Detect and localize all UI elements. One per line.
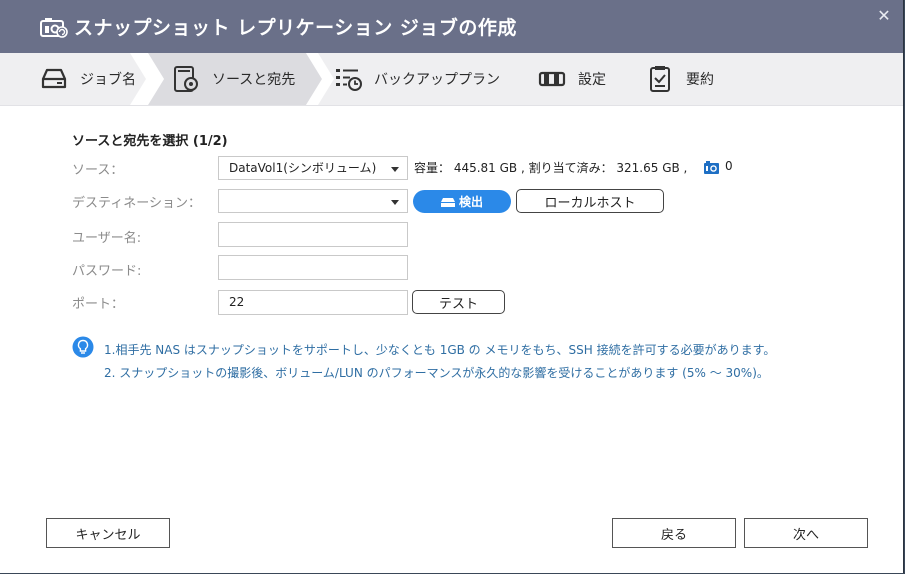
settings-bar-icon xyxy=(538,71,566,87)
source-select[interactable]: DataVol1(シンボリューム) xyxy=(218,156,408,180)
nas-icon xyxy=(440,197,455,207)
dialog-titlebar[interactable]: スナップショット レプリケーション ジョブの作成 ✕ xyxy=(0,0,903,53)
snapshot-replica-icon xyxy=(40,18,68,38)
cancel-button[interactable]: キャンセル xyxy=(46,518,170,548)
port-input[interactable]: 22 xyxy=(218,290,408,315)
cancel-button-label: キャンセル xyxy=(75,527,141,543)
step-label: バックアッププラン xyxy=(374,72,500,88)
note-line-2: 2. スナップショットの撮影後、ボリューム/LUN のパフォーマンスが永久的な影… xyxy=(104,366,769,380)
close-icon[interactable]: ✕ xyxy=(876,8,892,24)
chevron-down-icon xyxy=(391,200,399,205)
snapshot-icon xyxy=(704,161,719,174)
port-label: ポート： xyxy=(72,297,125,312)
next-button-label: 次へ xyxy=(792,527,819,543)
snapshot-count: 0 xyxy=(725,159,733,173)
source-select-value: DataVol1(シンボリューム) xyxy=(229,161,377,175)
localhost-button[interactable]: ローカルホスト xyxy=(516,189,664,213)
back-button-label: 戻る xyxy=(660,527,687,543)
password-label: パスワード: xyxy=(72,264,142,279)
capacity-info: 容量： 445.81 GB , 割り当て済み： 321.65 GB , xyxy=(414,161,688,175)
step-backup-plan: バックアッププラン xyxy=(334,53,500,105)
step-source-destination: ソースと宛先 xyxy=(172,53,295,105)
step-label: ソースと宛先 xyxy=(212,72,296,88)
port-value: 22 xyxy=(229,295,245,309)
localhost-button-label: ローカルホスト xyxy=(544,195,636,211)
step-settings: 設定 xyxy=(538,53,606,105)
destination-select[interactable] xyxy=(218,189,408,213)
back-button[interactable]: 戻る xyxy=(612,518,736,548)
detect-button[interactable]: 検出 xyxy=(413,190,511,213)
step-label: 要約 xyxy=(686,72,714,88)
step-summary: 要約 xyxy=(646,53,714,105)
wizard-stepbar: ジョブ名 ソースと宛先 バックアッププラン 設定 要約 xyxy=(0,53,903,106)
username-input[interactable] xyxy=(218,222,408,247)
clipboard-check-icon xyxy=(650,66,670,92)
detect-button-label: 検出 xyxy=(458,195,483,209)
section-title: ソースと宛先を選択 (1/2) xyxy=(72,134,228,149)
disk-gear-icon xyxy=(174,66,198,92)
test-button-label: テスト xyxy=(438,296,478,312)
chevron-down-icon xyxy=(391,167,399,172)
username-label: ユーザー名: xyxy=(72,231,142,246)
source-label: ソース： xyxy=(72,163,124,178)
destination-label: デスティネーション： xyxy=(72,196,201,211)
next-button[interactable]: 次へ xyxy=(744,518,868,548)
lightbulb-icon xyxy=(72,336,94,358)
note-line-1: 1.相手先 NAS はスナップショットをサポートし、少なくとも 1GB の メモ… xyxy=(104,343,776,357)
password-input[interactable] xyxy=(218,255,408,280)
step-label: 設定 xyxy=(578,72,606,88)
test-button[interactable]: テスト xyxy=(412,290,505,314)
step-job-name: ジョブ名 xyxy=(40,53,136,105)
hdd-icon xyxy=(41,68,67,89)
create-replication-job-dialog: スナップショット レプリケーション ジョブの作成 ✕ ジョブ名 ソースと宛先 バ… xyxy=(0,0,904,573)
schedule-list-icon xyxy=(336,69,362,91)
step-label: ジョブ名 xyxy=(80,72,136,88)
dialog-title: スナップショット レプリケーション ジョブの作成 xyxy=(74,17,517,39)
